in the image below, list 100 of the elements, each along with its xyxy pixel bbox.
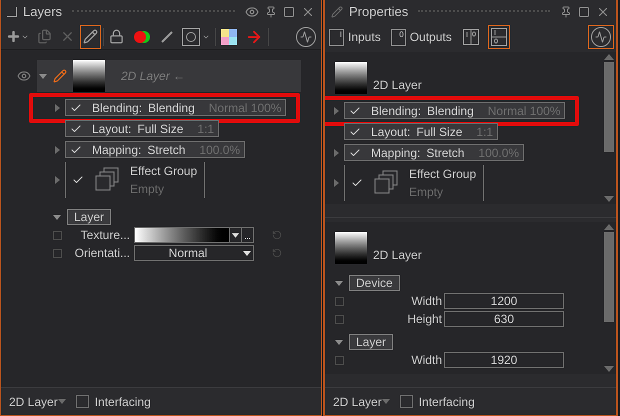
check-icon[interactable] [351, 177, 363, 189]
scroll-down-icon[interactable] [604, 366, 614, 372]
checkbox[interactable] [335, 314, 344, 324]
palette-icon [221, 28, 237, 44]
checkbox[interactable] [400, 395, 413, 408]
collapse-arrow-icon[interactable] [53, 213, 61, 221]
caret-icon [382, 398, 390, 404]
visibility-icon[interactable] [17, 69, 31, 83]
check-icon[interactable] [70, 144, 82, 156]
checkbox-label: Interfacing [418, 394, 475, 410]
caret-icon[interactable] [229, 228, 241, 242]
checkbox[interactable] [53, 230, 62, 240]
layer-thumbnail [335, 62, 367, 94]
number-field[interactable]: 1920 [444, 352, 564, 368]
scrollbar[interactable] [602, 52, 616, 204]
effect-group[interactable]: Effect Group Empty [344, 165, 484, 201]
field-label: Orientati... [74, 245, 130, 262]
section-header[interactable]: Device [349, 275, 400, 291]
check-icon[interactable] [70, 102, 82, 114]
property-label: Blending: [92, 100, 142, 116]
checkbox[interactable] [76, 395, 89, 408]
property-value: Stretch [147, 142, 186, 158]
layer-type-dropdown[interactable]: 2D Layer [9, 392, 66, 410]
collapse-arrow-icon[interactable] [335, 338, 343, 346]
checkbox[interactable] [335, 356, 344, 364]
scroll-thumb[interactable] [604, 232, 614, 322]
number-field[interactable]: 630 [444, 311, 564, 327]
expand-arrow-icon[interactable] [53, 146, 61, 154]
brush-icon [160, 30, 174, 44]
tab[interactable]: 0 Outputs [388, 27, 454, 47]
stack-icon [373, 170, 399, 196]
scroll-down-icon[interactable] [604, 196, 614, 202]
orientation-select[interactable]: Normal [134, 245, 254, 261]
group-title: Effect Group [409, 166, 476, 183]
layer-type-dropdown[interactable]: 2D Layer [333, 392, 390, 410]
check-icon[interactable] [70, 122, 82, 134]
property-value: Full Size [137, 120, 184, 138]
group-status: Empty [130, 181, 166, 198]
pin-icon[interactable] [265, 6, 277, 18]
scrollbar[interactable] [602, 222, 616, 374]
toolbar-button[interactable] [488, 25, 510, 49]
section-header[interactable]: Layer [67, 209, 112, 225]
check-icon[interactable] [72, 174, 84, 186]
caret-icon [58, 398, 66, 404]
checkbox[interactable] [335, 296, 344, 306]
property-label: Layout: [92, 120, 132, 138]
collapse-arrow-icon[interactable] [39, 72, 47, 80]
color-dots-icon [132, 28, 152, 44]
toolbar-button[interactable] [80, 24, 101, 48]
check-icon[interactable] [349, 126, 361, 138]
property-label: Blending: [371, 102, 422, 120]
lock-icon [109, 29, 124, 44]
expand-arrow-icon[interactable] [53, 104, 61, 112]
property-label: Mapping: [92, 142, 142, 158]
checkbox-label: Interfacing [94, 394, 151, 410]
visibility-icon[interactable] [245, 5, 259, 19]
number-field[interactable]: 1200 [444, 293, 564, 309]
layer-name: 2D Layer ← [121, 68, 186, 85]
collapse-arrow-icon[interactable] [335, 279, 343, 287]
pencil-icon [83, 29, 98, 44]
scroll-up-icon[interactable] [604, 224, 614, 230]
expand-arrow-icon[interactable] [332, 106, 340, 114]
close-icon[interactable] [301, 5, 315, 19]
check-icon[interactable] [349, 104, 361, 116]
layer-name: 2D Layer [373, 247, 422, 264]
pulse-icon [296, 26, 316, 46]
scroll-thumb[interactable] [604, 62, 614, 152]
layer-name: 2D Layer [373, 77, 422, 94]
panel-title: Properties [349, 3, 408, 22]
pencil-icon [331, 6, 343, 18]
field-label: Width [410, 293, 442, 310]
group-title: Effect Group [130, 163, 198, 180]
layer-thumbnail [335, 232, 367, 264]
expand-arrow-icon[interactable] [332, 179, 340, 187]
stack-icon [94, 167, 120, 193]
check-icon[interactable] [349, 146, 361, 158]
property-value: Blending [148, 100, 195, 116]
group-status: Empty [409, 184, 444, 201]
property-label: Layout: [371, 124, 410, 140]
scroll-up-icon[interactable] [604, 54, 614, 60]
expand-arrow-icon[interactable] [53, 176, 61, 184]
expand-arrow-icon[interactable] [332, 148, 340, 156]
property-value: Full Size [416, 124, 462, 140]
tab[interactable]: I Inputs [327, 27, 383, 47]
add-icon [6, 29, 29, 44]
checkbox[interactable] [53, 248, 62, 258]
copy-icon [37, 29, 52, 44]
property-value: Stretch [426, 144, 464, 162]
texture-picker[interactable] [134, 227, 254, 243]
io-split-icon [462, 29, 479, 45]
toolbar-button[interactable] [588, 25, 614, 49]
close-icon[interactable] [596, 5, 610, 19]
property-value: Blending [427, 102, 474, 120]
field-label: Height [406, 311, 442, 328]
maximize-icon[interactable] [283, 6, 295, 18]
effect-group[interactable]: Effect Group Empty [65, 162, 205, 198]
delete-icon [60, 29, 75, 44]
section-header[interactable]: Layer [349, 334, 394, 350]
pin-icon[interactable] [560, 6, 572, 18]
maximize-icon[interactable] [578, 6, 590, 18]
